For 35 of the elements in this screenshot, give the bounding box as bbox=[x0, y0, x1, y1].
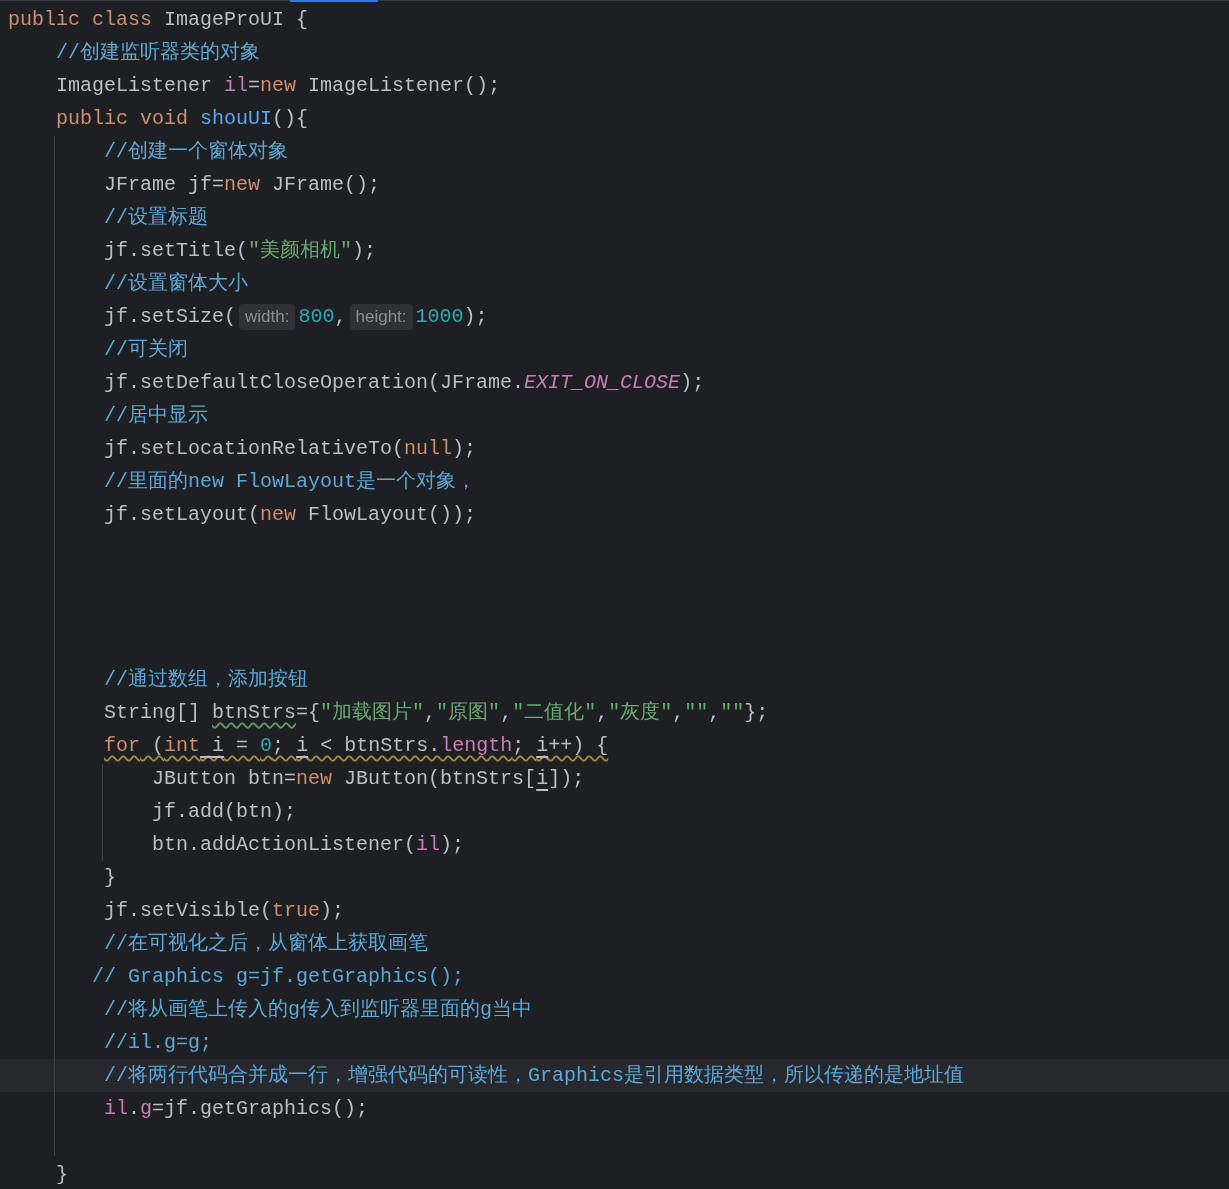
parameter-hint: width: bbox=[239, 303, 296, 330]
code-line: //创建监听器类的对象 bbox=[55, 40, 261, 66]
code-line: jf.setLocationRelativeTo(null); bbox=[103, 436, 477, 462]
code-line: ImageListener il=new ImageListener(); bbox=[55, 73, 501, 99]
code-line: for (int i = 0; i < btnStrs.length; i++) { bbox=[103, 733, 609, 759]
code-line: il.g=jf.getGraphics(); bbox=[103, 1096, 369, 1122]
code-line: 800, bbox=[298, 304, 347, 330]
code-line: jf.setVisible(true); bbox=[103, 898, 345, 924]
code-line: //il.g=g; bbox=[103, 1030, 213, 1056]
code-line: public void shouUI(){ bbox=[55, 106, 309, 132]
code-line: //将从画笔上传入的g传入到监听器里面的g当中 bbox=[103, 997, 533, 1023]
code-line: public class ImageProUI { bbox=[8, 7, 309, 33]
code-line: jf.add(btn); bbox=[151, 799, 297, 825]
code-line: jf.setSize( bbox=[103, 304, 237, 330]
code-line: //里面的new FlowLayout是一个对象， bbox=[103, 469, 477, 495]
code-line: //在可视化之后，从窗体上获取画笔 bbox=[103, 931, 429, 957]
code-line: String[] btnStrs={"加载图片","原图","二值化","灰度","",""}; bbox=[103, 700, 769, 726]
code-line: //通过数组，添加按钮 bbox=[103, 667, 309, 693]
code-line: JButton btn=new JButton(btnStrs[i]); bbox=[151, 766, 585, 792]
parameter-hint: height: bbox=[349, 303, 413, 330]
code-line: //设置标题 bbox=[103, 205, 209, 231]
code-line: // Graphics g=jf.getGraphics(); bbox=[91, 964, 465, 990]
code-line: } bbox=[55, 1162, 69, 1188]
code-line: btn.addActionListener(il); bbox=[151, 832, 465, 858]
code-line: //将两行代码合并成一行，增强代码的可读性，Graphics是引用数据类型，所以传递的是地址值 bbox=[103, 1063, 965, 1089]
code-line: //可关闭 bbox=[103, 337, 189, 363]
code-line: //设置窗体大小 bbox=[103, 271, 249, 297]
code-line: jf.setTitle("美颜相机"); bbox=[103, 238, 377, 264]
code-line: //创建一个窗体对象 bbox=[103, 139, 289, 165]
code-line: 1000); bbox=[415, 304, 488, 330]
code-line: //居中显示 bbox=[103, 403, 209, 429]
code-line: JFrame jf=new JFrame(); bbox=[103, 172, 381, 198]
code-line: jf.setDefaultCloseOperation(JFrame.EXIT_ON_CLOSE); bbox=[103, 370, 705, 396]
code-line: } bbox=[103, 865, 117, 891]
code-line: jf.setLayout(new FlowLayout()); bbox=[103, 502, 477, 528]
